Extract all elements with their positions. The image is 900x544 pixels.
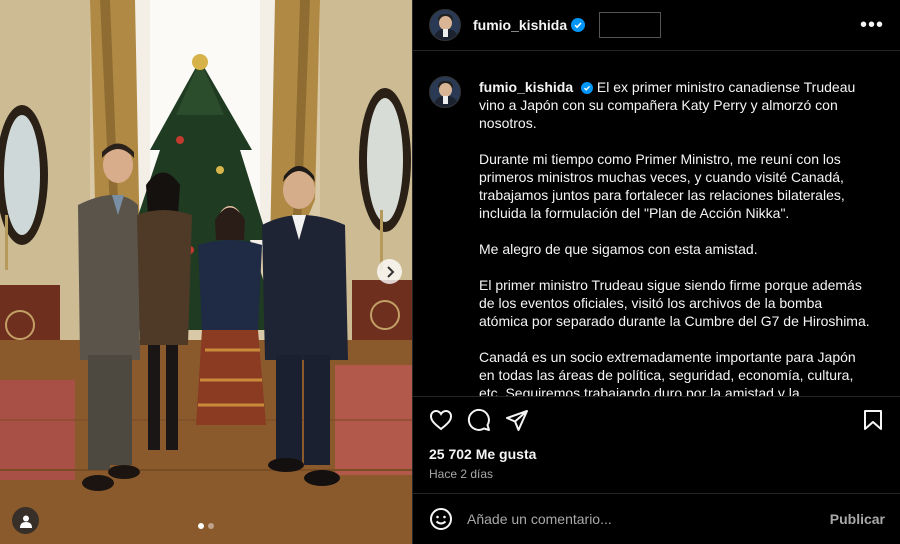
- caption-avatar[interactable]: [429, 76, 461, 108]
- caption-paragraph-4: El primer ministro Trudeau sigue siendo …: [479, 277, 870, 329]
- post-panel: fumio_kishida ••• fumio_kishida El ex pr…: [412, 0, 900, 544]
- redacted-box: [599, 12, 662, 38]
- caption-paragraph-2: Durante mi tiempo como Primer Ministro, …: [479, 151, 845, 221]
- caption-area: fumio_kishida El ex primer ministro cana…: [413, 52, 900, 396]
- user-tags-button[interactable]: [12, 507, 39, 534]
- share-button[interactable]: [505, 408, 529, 432]
- more-options-icon[interactable]: •••: [860, 14, 884, 37]
- heart-icon: [429, 409, 453, 430]
- carousel-dot-active: [198, 523, 204, 529]
- post-media[interactable]: [0, 0, 412, 544]
- post-caption: fumio_kishida El ex primer ministro cana…: [479, 78, 875, 396]
- comment-button[interactable]: [467, 408, 491, 432]
- verified-badge-icon: [571, 18, 586, 32]
- comment-input[interactable]: [467, 511, 830, 527]
- post-date[interactable]: Hace 2 días: [429, 467, 493, 481]
- instagram-post: fumio_kishida ••• fumio_kishida El ex pr…: [0, 0, 900, 544]
- post-header: fumio_kishida •••: [413, 0, 900, 51]
- send-icon: [506, 409, 528, 431]
- avatar[interactable]: [429, 9, 461, 41]
- publish-button[interactable]: Publicar: [830, 511, 885, 527]
- carousel-next-button[interactable]: [377, 259, 402, 284]
- like-button[interactable]: [429, 408, 453, 432]
- post-photo: [0, 0, 412, 544]
- carousel-indicator: [198, 523, 214, 529]
- verified-badge-icon: [581, 82, 594, 94]
- user-tag-icon: [19, 515, 32, 528]
- bookmark-icon: [864, 409, 882, 430]
- chevron-right-icon: [386, 265, 394, 278]
- action-bar: [413, 396, 900, 442]
- caption-paragraph-3: Me alegro de que sigamos con esta amista…: [479, 241, 758, 257]
- comment-icon: [467, 408, 490, 431]
- emoji-icon[interactable]: [429, 507, 453, 531]
- save-button[interactable]: [861, 408, 885, 432]
- caption-paragraph-5: Canadá es un socio extremadamente import…: [479, 349, 856, 396]
- comment-bar: Publicar: [413, 493, 900, 544]
- caption-username[interactable]: fumio_kishida: [479, 79, 573, 95]
- like-count[interactable]: 25 702 Me gusta: [429, 446, 536, 462]
- header-username[interactable]: fumio_kishida: [473, 17, 567, 33]
- carousel-dot: [208, 523, 214, 529]
